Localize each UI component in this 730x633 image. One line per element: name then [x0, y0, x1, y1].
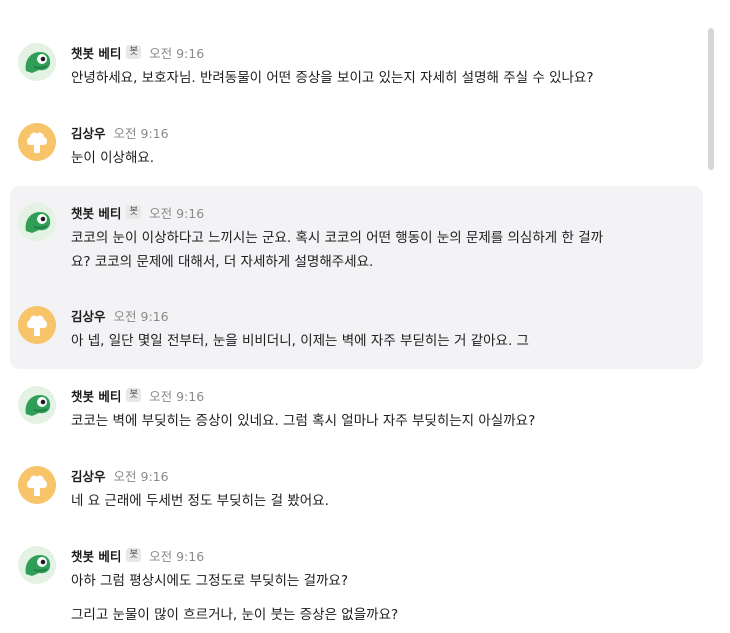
message-text: 눈이 이상해요.	[71, 150, 155, 166]
user-avatar-icon[interactable]	[18, 466, 56, 504]
message-timestamp: 오전 9:16	[113, 308, 169, 324]
sender-name[interactable]: 챗봇 베티	[71, 386, 121, 405]
scrollbar-thumb[interactable]	[708, 28, 714, 170]
message-timestamp: 오전 9:16	[149, 205, 205, 221]
bot-badge: 봇	[126, 205, 142, 219]
message-timestamp: 오전 9:16	[149, 45, 205, 61]
message-timestamp: 오전 9:16	[113, 468, 169, 484]
chameleon-avatar-icon[interactable]	[18, 43, 56, 81]
bot-badge: 봇	[126, 548, 142, 562]
sender-name[interactable]: 챗봇 베티	[71, 43, 121, 62]
bot-badge: 봇	[126, 45, 142, 59]
user-avatar-icon[interactable]	[18, 306, 56, 344]
chameleon-avatar-icon[interactable]	[18, 546, 56, 584]
chameleon-avatar-icon[interactable]	[18, 386, 56, 424]
sender-name[interactable]: 김상우	[71, 306, 106, 325]
chat-message-list[interactable]: 챗봇 베티 봇 오전 9:16 안녕하세요, 보호자님. 반려동물이 어떤 증상…	[0, 0, 730, 633]
user-avatar-icon[interactable]	[18, 123, 56, 161]
sender-name[interactable]: 김상우	[71, 123, 106, 142]
message-text: 안녕하세요, 보호자님. 반려동물이 어떤 증상을 보이고 있는지 자세히 설명…	[71, 70, 594, 86]
message-text: 아하 그럼 평상시에도 그정도로 부딪히는 걸까요?	[71, 573, 349, 589]
sender-name[interactable]: 김상우	[71, 466, 106, 485]
message-text: 네 요 근래에 두세번 정도 부딪히는 걸 봤어요.	[71, 493, 329, 509]
sender-name[interactable]: 챗봇 베티	[71, 546, 121, 565]
sender-name[interactable]: 챗봇 베티	[71, 203, 121, 222]
message-timestamp: 오전 9:16	[113, 125, 169, 141]
message-timestamp: 오전 9:16	[149, 388, 205, 404]
message-text: 아 넵, 일단 몇일 전부터, 눈을 비비더니, 이제는 벽에 자주 부딛히는 …	[71, 333, 529, 349]
bot-badge: 봇	[126, 388, 142, 402]
message-text: 코코의 눈이 이상하다고 느끼시는 군요. 혹시 코코의 어떤 행동이 눈의 문…	[71, 230, 604, 270]
message-timestamp: 오전 9:16	[149, 548, 205, 564]
message-text: 그리고 눈물이 많이 흐르거나, 눈이 붓는 증상은 없을까요?	[71, 607, 399, 623]
message-text: 코코는 벽에 부딪히는 증상이 있네요. 그럼 혹시 얼마나 자주 부딪히는지 …	[71, 413, 536, 429]
chameleon-avatar-icon[interactable]	[18, 203, 56, 241]
